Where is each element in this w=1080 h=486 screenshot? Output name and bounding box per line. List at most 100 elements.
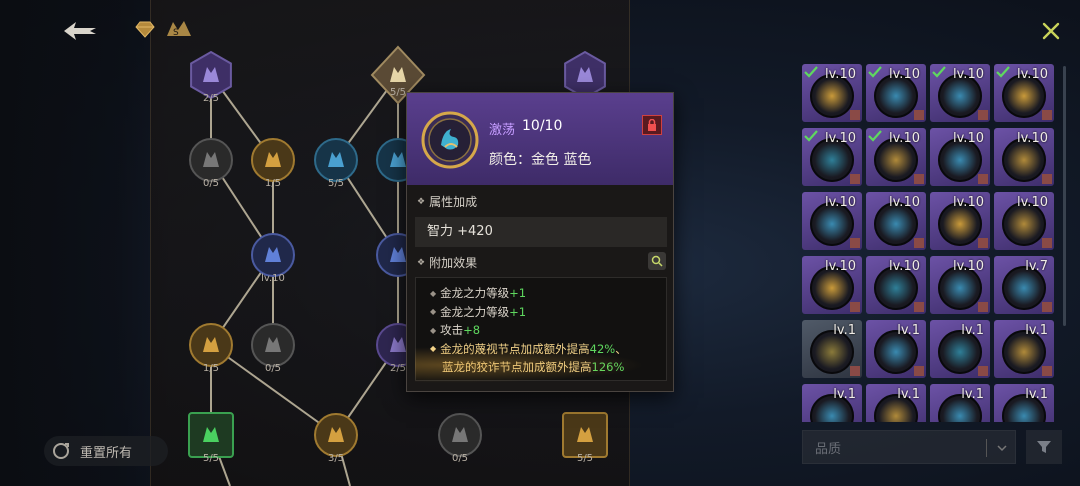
rune-slot-level: lv.10 (889, 195, 920, 210)
chevron-down-icon (997, 445, 1007, 452)
rune-slot-level: lv.10 (953, 259, 984, 274)
check-mark-icon (868, 66, 882, 78)
rune-slot[interactable]: lv.1 (930, 320, 990, 378)
rune-corner-badge (850, 174, 860, 184)
skill-node[interactable] (562, 412, 608, 458)
rune-slot[interactable]: lv.10 (866, 256, 926, 314)
rune-slot[interactable]: lv.10 (802, 64, 862, 122)
close-icon[interactable] (1040, 20, 1062, 42)
rune-slot[interactable]: lv.10 (866, 64, 926, 122)
rune-slot[interactable]: lv.10 (866, 192, 926, 250)
rune-slot[interactable]: lv.1 (994, 320, 1054, 378)
special-effect-line-2: 蓝龙的狡诈节点加成额外提高126% (442, 360, 625, 374)
effects-list: ◆ 金龙之力等级+1 ◆ 金龙之力等级+1 ◆ 攻击+8 ◆ 金龙的蔑视节点加成额外提高… (415, 277, 667, 381)
svg-text:S: S (173, 28, 179, 38)
rune-color: 颜色：金色 蓝色 (489, 152, 592, 168)
rune-slot[interactable]: lv.7 (994, 256, 1054, 314)
rune-slot[interactable]: lv.1 (930, 384, 990, 422)
rune-corner-badge (914, 238, 924, 248)
rune-slot[interactable]: lv.1 (802, 320, 862, 378)
rune-slot-level: lv.1 (961, 323, 984, 338)
rune-slot[interactable]: lv.10 (866, 128, 926, 186)
tooltip-header: 激荡 10/10 颜色：金色 蓝色 (407, 93, 673, 185)
magnify-icon (651, 255, 663, 267)
skill-node[interactable] (314, 138, 358, 182)
lock-button[interactable] (642, 115, 662, 135)
rune-slot-level: lv.1 (897, 323, 920, 338)
inventory-scrollbar[interactable] (1063, 66, 1066, 326)
check-mark-icon (932, 66, 946, 78)
rune-slot-level: lv.10 (889, 259, 920, 274)
rune-slot-level: lv.10 (1017, 195, 1048, 210)
rune-emblem-icon (421, 111, 479, 169)
effects-section-title: ❖ 附加效果 (417, 254, 477, 271)
rune-slot-level: lv.10 (889, 67, 920, 82)
rune-corner-badge (978, 238, 988, 248)
rune-slot[interactable]: lv.1 (994, 384, 1054, 422)
rune-slot[interactable]: lv.10 (930, 192, 990, 250)
rune-slot-level: lv.1 (833, 323, 856, 338)
filter-funnel-icon (1037, 441, 1051, 453)
rune-slot[interactable]: lv.1 (866, 320, 926, 378)
attribute-stat: 智力 +420 (415, 217, 667, 247)
skill-node-level: lv.10 (261, 273, 285, 284)
skill-node[interactable] (251, 138, 295, 182)
rune-slot-level: lv.7 (1025, 259, 1048, 274)
dropdown-divider (986, 439, 987, 457)
rune-corner-badge (914, 174, 924, 184)
zoom-button[interactable] (648, 252, 666, 270)
check-mark-icon (868, 130, 882, 142)
rune-inventory-grid: lv.10 lv.10 lv.10 lv.10 lv.10 lv.10 lv.10 lv.10… (800, 62, 1062, 422)
reset-all-button[interactable]: 重置所有 (44, 436, 168, 466)
rune-slot[interactable]: lv.10 (994, 128, 1054, 186)
reset-all-label: 重置所有 (80, 445, 133, 461)
rune-corner-badge (978, 302, 988, 312)
rune-slot[interactable]: lv.10 (930, 256, 990, 314)
rune-corner-badge (978, 366, 988, 376)
skill-node[interactable] (189, 138, 233, 182)
skill-node[interactable] (314, 413, 358, 457)
rune-slot[interactable]: lv.10 (802, 256, 862, 314)
skill-node-level: 2/5 (202, 93, 220, 104)
skill-node[interactable] (438, 413, 482, 457)
rune-corner-badge (914, 110, 924, 120)
skill-node[interactable] (190, 50, 232, 100)
rune-corner-badge (1042, 366, 1052, 376)
rune-slot-level: lv.10 (825, 259, 856, 274)
rune-slot[interactable]: lv.1 (866, 384, 926, 422)
check-mark-icon (804, 130, 818, 142)
rune-slot-level: lv.10 (953, 195, 984, 210)
rune-corner-badge (978, 174, 988, 184)
quality-dropdown[interactable]: 品质 (802, 430, 1016, 464)
rune-slot[interactable]: lv.10 (930, 128, 990, 186)
rune-slot[interactable]: lv.10 (994, 192, 1054, 250)
skill-node-level: 0/5 (202, 178, 220, 189)
skill-node[interactable] (188, 412, 234, 458)
rune-slot-level: lv.10 (825, 131, 856, 146)
rune-corner-badge (1042, 238, 1052, 248)
skill-node[interactable] (189, 323, 233, 367)
effect-item: ◆ 金龙之力等级+1 (430, 304, 527, 319)
rune-tooltip: 激荡 10/10 颜色：金色 蓝色 ❖ 属性加成 智力 +420 ❖ 附加效果 … (406, 92, 674, 392)
skill-node[interactable] (251, 323, 295, 367)
skill-node-level: 3/5 (327, 453, 345, 464)
skill-node[interactable] (251, 233, 295, 277)
rune-slot[interactable]: lv.10 (802, 192, 862, 250)
section-arrow-icon: ❖ (417, 257, 426, 268)
section-arrow-icon: ❖ (417, 196, 426, 207)
filter-button[interactable] (1026, 430, 1062, 464)
rune-slot[interactable]: lv.10 (994, 64, 1054, 122)
skill-node-level: 1/5 (264, 178, 282, 189)
rune-slot[interactable]: lv.1 (802, 384, 862, 422)
rune-slot-level: lv.10 (953, 67, 984, 82)
rune-slot[interactable]: lv.10 (930, 64, 990, 122)
effect-item: ◆ 攻击+8 (430, 323, 481, 337)
lock-icon (648, 119, 656, 131)
rune-slot[interactable]: lv.10 (802, 128, 862, 186)
rune-corner-badge (850, 238, 860, 248)
rune-slot-level: lv.1 (961, 387, 984, 402)
back-arrow-icon[interactable] (60, 18, 100, 44)
rune-corner-badge (1042, 302, 1052, 312)
skill-node-level: 0/5 (451, 453, 469, 464)
special-effect-line-1: ◆ 金龙的蔑视节点加成额外提高42%、 (430, 341, 627, 356)
